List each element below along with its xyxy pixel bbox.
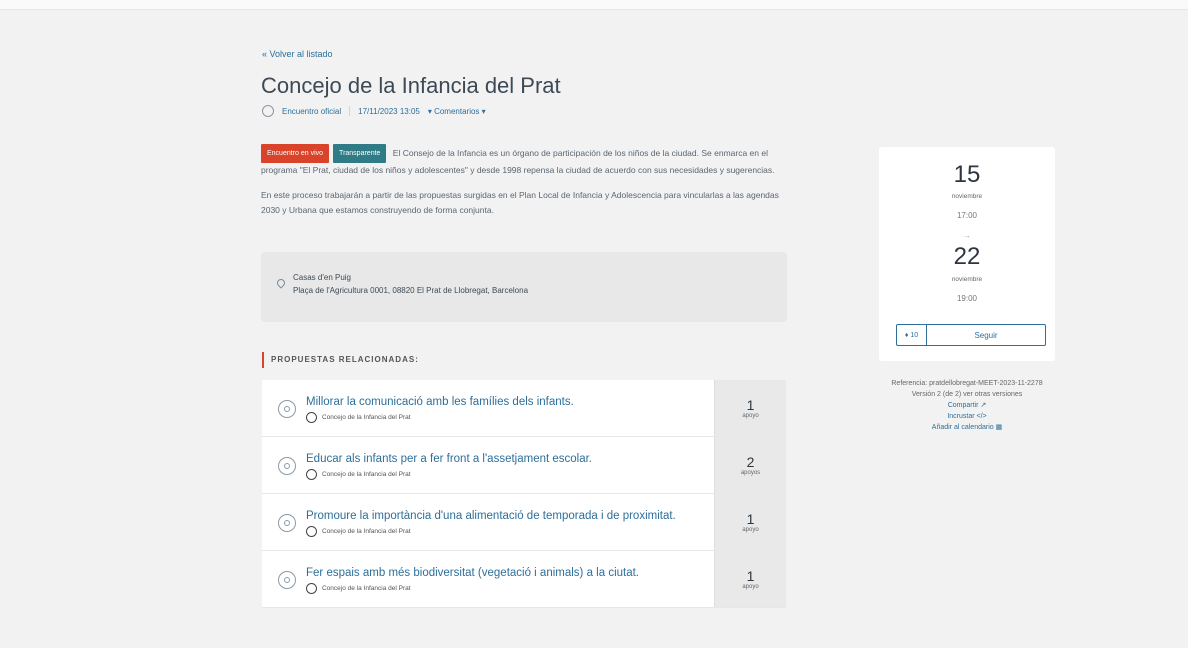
address-line: Plaça de l'Agricultura 0001, 08820 El Pr… <box>293 286 529 295</box>
list-item[interactable]: Millorar la comunicació amb les famílies… <box>262 380 786 437</box>
address-name: Casas d'en Puig <box>293 273 352 282</box>
comments-dropdown[interactable]: ▾ Comentarios ▾ <box>428 107 486 116</box>
location-pin-icon <box>275 277 287 289</box>
proposal-icon <box>278 514 296 532</box>
meeting-datetime: 17/11/2023 13:05 <box>358 106 420 116</box>
divider <box>349 106 351 116</box>
vote-label: apoyo <box>742 527 759 533</box>
vote-label: apoyo <box>742 413 759 419</box>
proposal-author: Concejo de la Infancia del Prat <box>322 585 411 592</box>
proposal-icon <box>278 571 296 589</box>
proposal-title-link[interactable]: Fer espais amb més biodiversitat (vegeta… <box>306 564 639 582</box>
description-paragraph-1: Encuentro en vivo Transparente El Consejo… <box>261 144 791 178</box>
list-item[interactable]: Educar als infants per a fer front a l'a… <box>262 437 786 494</box>
proposal-icon <box>278 457 296 475</box>
author-avatar-icon <box>306 526 317 537</box>
status-badge: Transparente <box>333 144 387 163</box>
author-avatar-icon <box>306 412 317 423</box>
list-item[interactable]: Promoure la importància d'una alimentaci… <box>262 494 786 551</box>
vote-box: 1 apoyo <box>714 380 786 436</box>
share-link[interactable]: Compartir ↗ <box>879 400 1055 411</box>
vote-label: apoyos <box>740 470 761 476</box>
proposal-author: Concejo de la Infancia del Prat <box>322 471 411 478</box>
add-to-calendar-link[interactable]: Añadir al calendario ▦ <box>879 422 1055 433</box>
vote-count: 1 <box>746 568 755 584</box>
arrow-down-icon: → <box>963 231 971 240</box>
vote-box: 1 apoyo <box>714 494 786 550</box>
version-text[interactable]: Versión 2 (de 2) ver otras versiones <box>879 389 1055 400</box>
related-proposals-list: Millorar la comunicació amb les famílies… <box>262 380 786 608</box>
start-day: 15 <box>953 161 981 188</box>
reference-text: Referencia: pratdellobregat-MEET-2023-11… <box>891 380 1043 387</box>
back-to-list-link[interactable]: « Volver al listado <box>262 49 333 59</box>
vote-box: 1 apoyo <box>714 551 786 607</box>
proposal-title-link[interactable]: Promoure la importància d'una alimentaci… <box>306 507 676 525</box>
start-month: noviembre <box>951 193 983 200</box>
follower-count: ♦ 10 <box>897 325 927 345</box>
end-month: noviembre <box>951 276 983 283</box>
vote-count: 1 <box>746 511 755 527</box>
description-paragraph-2: En este proceso trabajarán a partir de l… <box>261 190 779 215</box>
author-link[interactable]: Encuentro oficial <box>282 107 341 116</box>
date-card: 15 noviembre 17:00 → 22 noviembre 19:00 … <box>879 147 1055 361</box>
proposal-author: Concejo de la Infancia del Prat <box>322 528 411 535</box>
proposal-title-link[interactable]: Millorar la comunicació amb les famílies… <box>306 393 574 411</box>
meeting-meta: Encuentro oficial 17/11/2023 13:05 ▾ Com… <box>262 105 486 117</box>
follow-label: Seguir <box>974 330 998 340</box>
meeting-sidebar-info: Referencia: pratdellobregat-MEET-2023-11… <box>879 378 1055 433</box>
related-proposals-heading: PROPUESTAS RELACIONADAS: <box>262 352 419 368</box>
vote-box: 2 apoyos <box>714 437 786 493</box>
list-item[interactable]: Fer espais amb més biodiversitat (vegeta… <box>262 551 786 608</box>
end-day: 22 <box>953 243 981 270</box>
start-time: 17:00 <box>956 211 978 220</box>
type-badge: Encuentro en vivo <box>261 144 330 163</box>
avatar <box>262 105 274 117</box>
meeting-page: « Volver al listado Concejo de la Infanc… <box>0 0 1188 648</box>
vote-label: apoyo <box>742 584 759 590</box>
proposal-author: Concejo de la Infancia del Prat <box>322 414 411 421</box>
vote-count: 1 <box>746 397 755 413</box>
author-avatar-icon <box>306 469 317 480</box>
proposal-title-link[interactable]: Educar als infants per a fer front a l'a… <box>306 450 592 468</box>
address-box: Casas d'en Puig Plaça de l'Agricultura 0… <box>261 252 787 322</box>
page-title: Concejo de la Infancia del Prat <box>261 73 561 98</box>
author-avatar-icon <box>306 583 317 594</box>
vote-count: 2 <box>746 454 755 470</box>
embed-link[interactable]: Incrustar </> <box>879 411 1055 422</box>
meeting-description: Encuentro en vivo Transparente El Consejo… <box>261 144 791 228</box>
follow-button[interactable]: ♦ 10 Seguir <box>896 324 1046 346</box>
proposal-icon <box>278 400 296 418</box>
end-time: 19:00 <box>956 294 978 303</box>
